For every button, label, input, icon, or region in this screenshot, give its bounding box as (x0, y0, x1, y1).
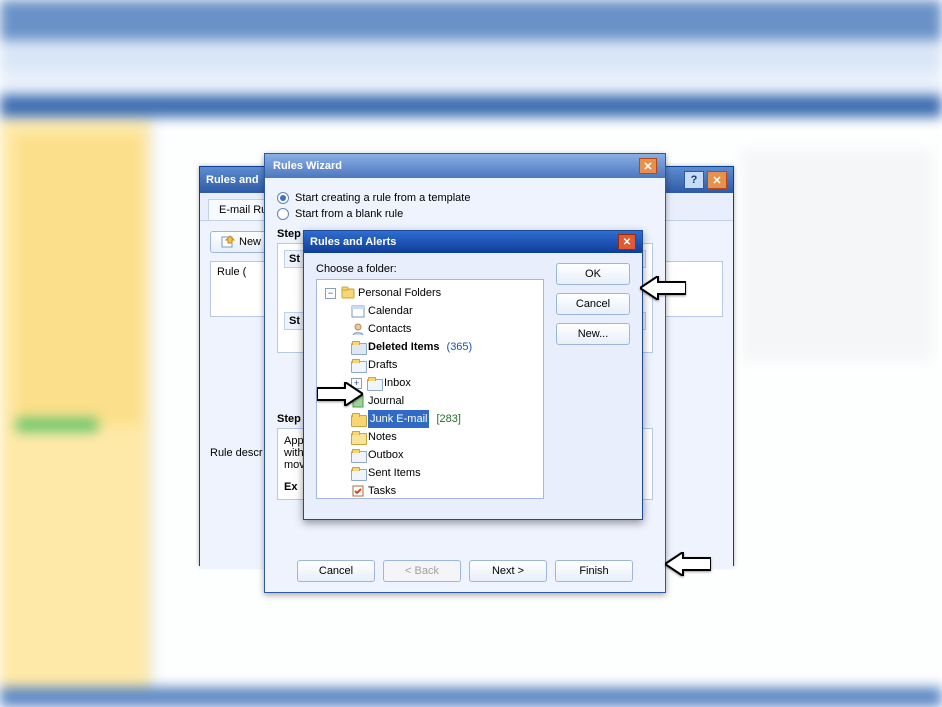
folder-journal[interactable]: Journal (351, 392, 539, 410)
personal-folders-icon (341, 286, 355, 300)
close-button[interactable]: ✕ (707, 171, 727, 189)
wizard-titlebar[interactable]: Rules Wizard ✕ (265, 154, 665, 178)
option-template-label: Start creating a rule from a template (295, 192, 470, 204)
option-blank-label: Start from a blank rule (295, 208, 403, 220)
folder-calendar[interactable]: Calendar (351, 302, 539, 320)
option-template[interactable]: Start creating a rule from a template (277, 192, 653, 204)
finish-button[interactable]: Finish (555, 560, 633, 582)
folder-deleted[interactable]: Deleted Items(365) (351, 338, 539, 356)
calendar-icon (351, 304, 365, 318)
deleted-icon (351, 341, 365, 353)
option-blank[interactable]: Start from a blank rule (277, 208, 653, 220)
junk-count: [283] (436, 410, 460, 428)
junk-icon (351, 413, 365, 425)
picker-buttons: OK Cancel New... (556, 263, 630, 509)
folder-outbox[interactable]: Outbox (351, 446, 539, 464)
next-button[interactable]: Next > (469, 560, 547, 582)
new-rule-icon (221, 235, 235, 249)
inbox-icon (367, 377, 381, 389)
dialog-title: Rules and (206, 174, 259, 186)
tree-root[interactable]: − Personal Folders (325, 284, 539, 302)
arrow-to-ok (640, 276, 686, 300)
sent-icon (351, 467, 365, 479)
wizard-buttons: Cancel < Back Next > Finish (265, 560, 665, 582)
close-button[interactable]: ✕ (618, 234, 636, 250)
folder-drafts[interactable]: Drafts (351, 356, 539, 374)
choose-folder-label: Choose a folder: (316, 263, 544, 275)
cancel-button[interactable]: Cancel (556, 293, 630, 315)
choose-folder-dialog: Rules and Alerts ✕ Choose a folder: − Pe… (303, 230, 643, 520)
collapse-icon[interactable]: − (325, 288, 336, 299)
picker-title: Rules and Alerts (310, 236, 396, 248)
junk-label: Junk E-mail (368, 410, 429, 428)
ok-button[interactable]: OK (556, 263, 630, 285)
back-button: < Back (383, 560, 461, 582)
wizard-title: Rules Wizard (273, 160, 342, 172)
radio-selected-icon (277, 192, 289, 204)
drafts-icon (351, 359, 365, 371)
folder-sent[interactable]: Sent Items (351, 464, 539, 482)
root-label: Personal Folders (358, 284, 441, 302)
new-folder-button[interactable]: New... (556, 323, 630, 345)
radio-icon (277, 208, 289, 220)
folder-tasks[interactable]: Tasks (351, 482, 539, 499)
folder-junk[interactable]: Junk E-mail [283] (351, 410, 539, 428)
arrow-to-junk (317, 382, 363, 406)
folder-notes[interactable]: Notes (351, 428, 539, 446)
rule-column-header: Rule ( (217, 266, 246, 278)
cancel-button[interactable]: Cancel (297, 560, 375, 582)
folder-contacts[interactable]: Contacts (351, 320, 539, 338)
folder-inbox[interactable]: +Inbox (351, 374, 539, 392)
tasks-icon (351, 484, 365, 498)
contacts-icon (351, 322, 365, 336)
close-button[interactable]: ✕ (639, 158, 657, 174)
notes-icon (351, 431, 365, 443)
arrow-to-finish (665, 552, 711, 576)
deleted-count: (365) (447, 338, 473, 356)
picker-titlebar[interactable]: Rules and Alerts ✕ (304, 231, 642, 253)
outbox-icon (351, 449, 365, 461)
help-button[interactable]: ? (684, 171, 704, 189)
